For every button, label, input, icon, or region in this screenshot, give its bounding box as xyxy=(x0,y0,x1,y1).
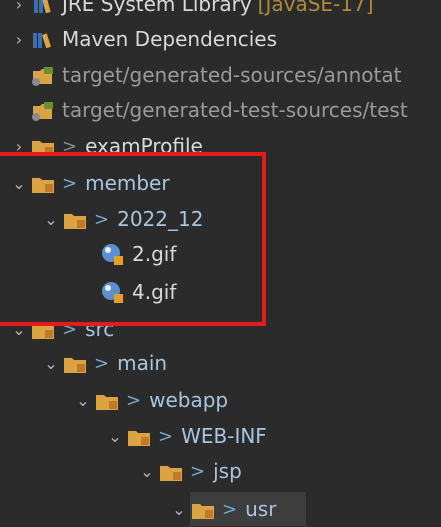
chevron-down-icon[interactable]: ⌄ xyxy=(40,346,62,380)
folder-icon xyxy=(62,350,88,376)
library-icon xyxy=(30,26,56,52)
tree-item-label: webapp xyxy=(149,388,229,412)
tree-item-label: JRE System Library xyxy=(62,0,252,16)
chevron-down-icon[interactable]: ⌄ xyxy=(168,492,190,526)
folder-icon xyxy=(158,458,184,484)
decorator-symbol: > xyxy=(126,389,142,411)
decorator-symbol: > xyxy=(190,460,206,482)
folder-icon xyxy=(94,387,120,413)
tree-item-maven-dependencies[interactable]: › Maven Dependencies xyxy=(8,22,277,56)
decorator-symbol: > xyxy=(94,352,110,374)
tree-item-label: WEB-INF xyxy=(181,424,267,448)
chevron-down-icon[interactable]: ⌄ xyxy=(72,383,94,417)
chevron-down-icon[interactable]: ⌄ xyxy=(104,419,126,453)
highlight-annotation-box xyxy=(0,152,266,326)
source-folder-icon xyxy=(30,97,56,123)
tree-item-usr[interactable]: ⌄ > usr xyxy=(168,492,276,526)
tree-item-label: target/generated-sources/annotat xyxy=(62,63,402,87)
tree-item-label: Maven Dependencies xyxy=(62,27,278,51)
tree-item-web-inf[interactable]: ⌄ > WEB-INF xyxy=(104,419,267,453)
folder-icon xyxy=(190,496,216,522)
project-explorer-tree: › JRE System Library [JavaSE-17] › Maven… xyxy=(0,0,441,526)
decorator-symbol: > xyxy=(158,425,174,447)
tree-item-label: target/generated-test-sources/test xyxy=(62,98,408,122)
tree-item-label: jsp xyxy=(213,459,242,483)
tree-item-webapp[interactable]: ⌄ > webapp xyxy=(72,383,228,417)
tree-item-jre-system-library[interactable]: › JRE System Library [JavaSE-17] xyxy=(8,0,374,21)
folder-icon xyxy=(126,423,152,449)
chevron-right-icon[interactable]: › xyxy=(8,22,30,56)
tree-item-generated-test-sources[interactable]: target/generated-test-sources/test xyxy=(8,93,408,127)
chevron-down-icon[interactable]: ⌄ xyxy=(136,454,158,488)
chevron-right-icon[interactable]: › xyxy=(8,0,30,21)
decorator-symbol: > xyxy=(222,498,238,520)
tree-item-suffix: [JavaSE-17] xyxy=(257,0,374,16)
tree-item-jsp[interactable]: ⌄ > jsp xyxy=(136,454,242,488)
source-folder-icon xyxy=(30,62,56,88)
tree-item-generated-sources[interactable]: target/generated-sources/annotat xyxy=(8,58,401,92)
tree-item-main[interactable]: ⌄ > main xyxy=(40,346,167,380)
tree-item-label: usr xyxy=(245,497,277,521)
library-icon xyxy=(30,0,56,17)
tree-item-label: main xyxy=(117,351,168,375)
